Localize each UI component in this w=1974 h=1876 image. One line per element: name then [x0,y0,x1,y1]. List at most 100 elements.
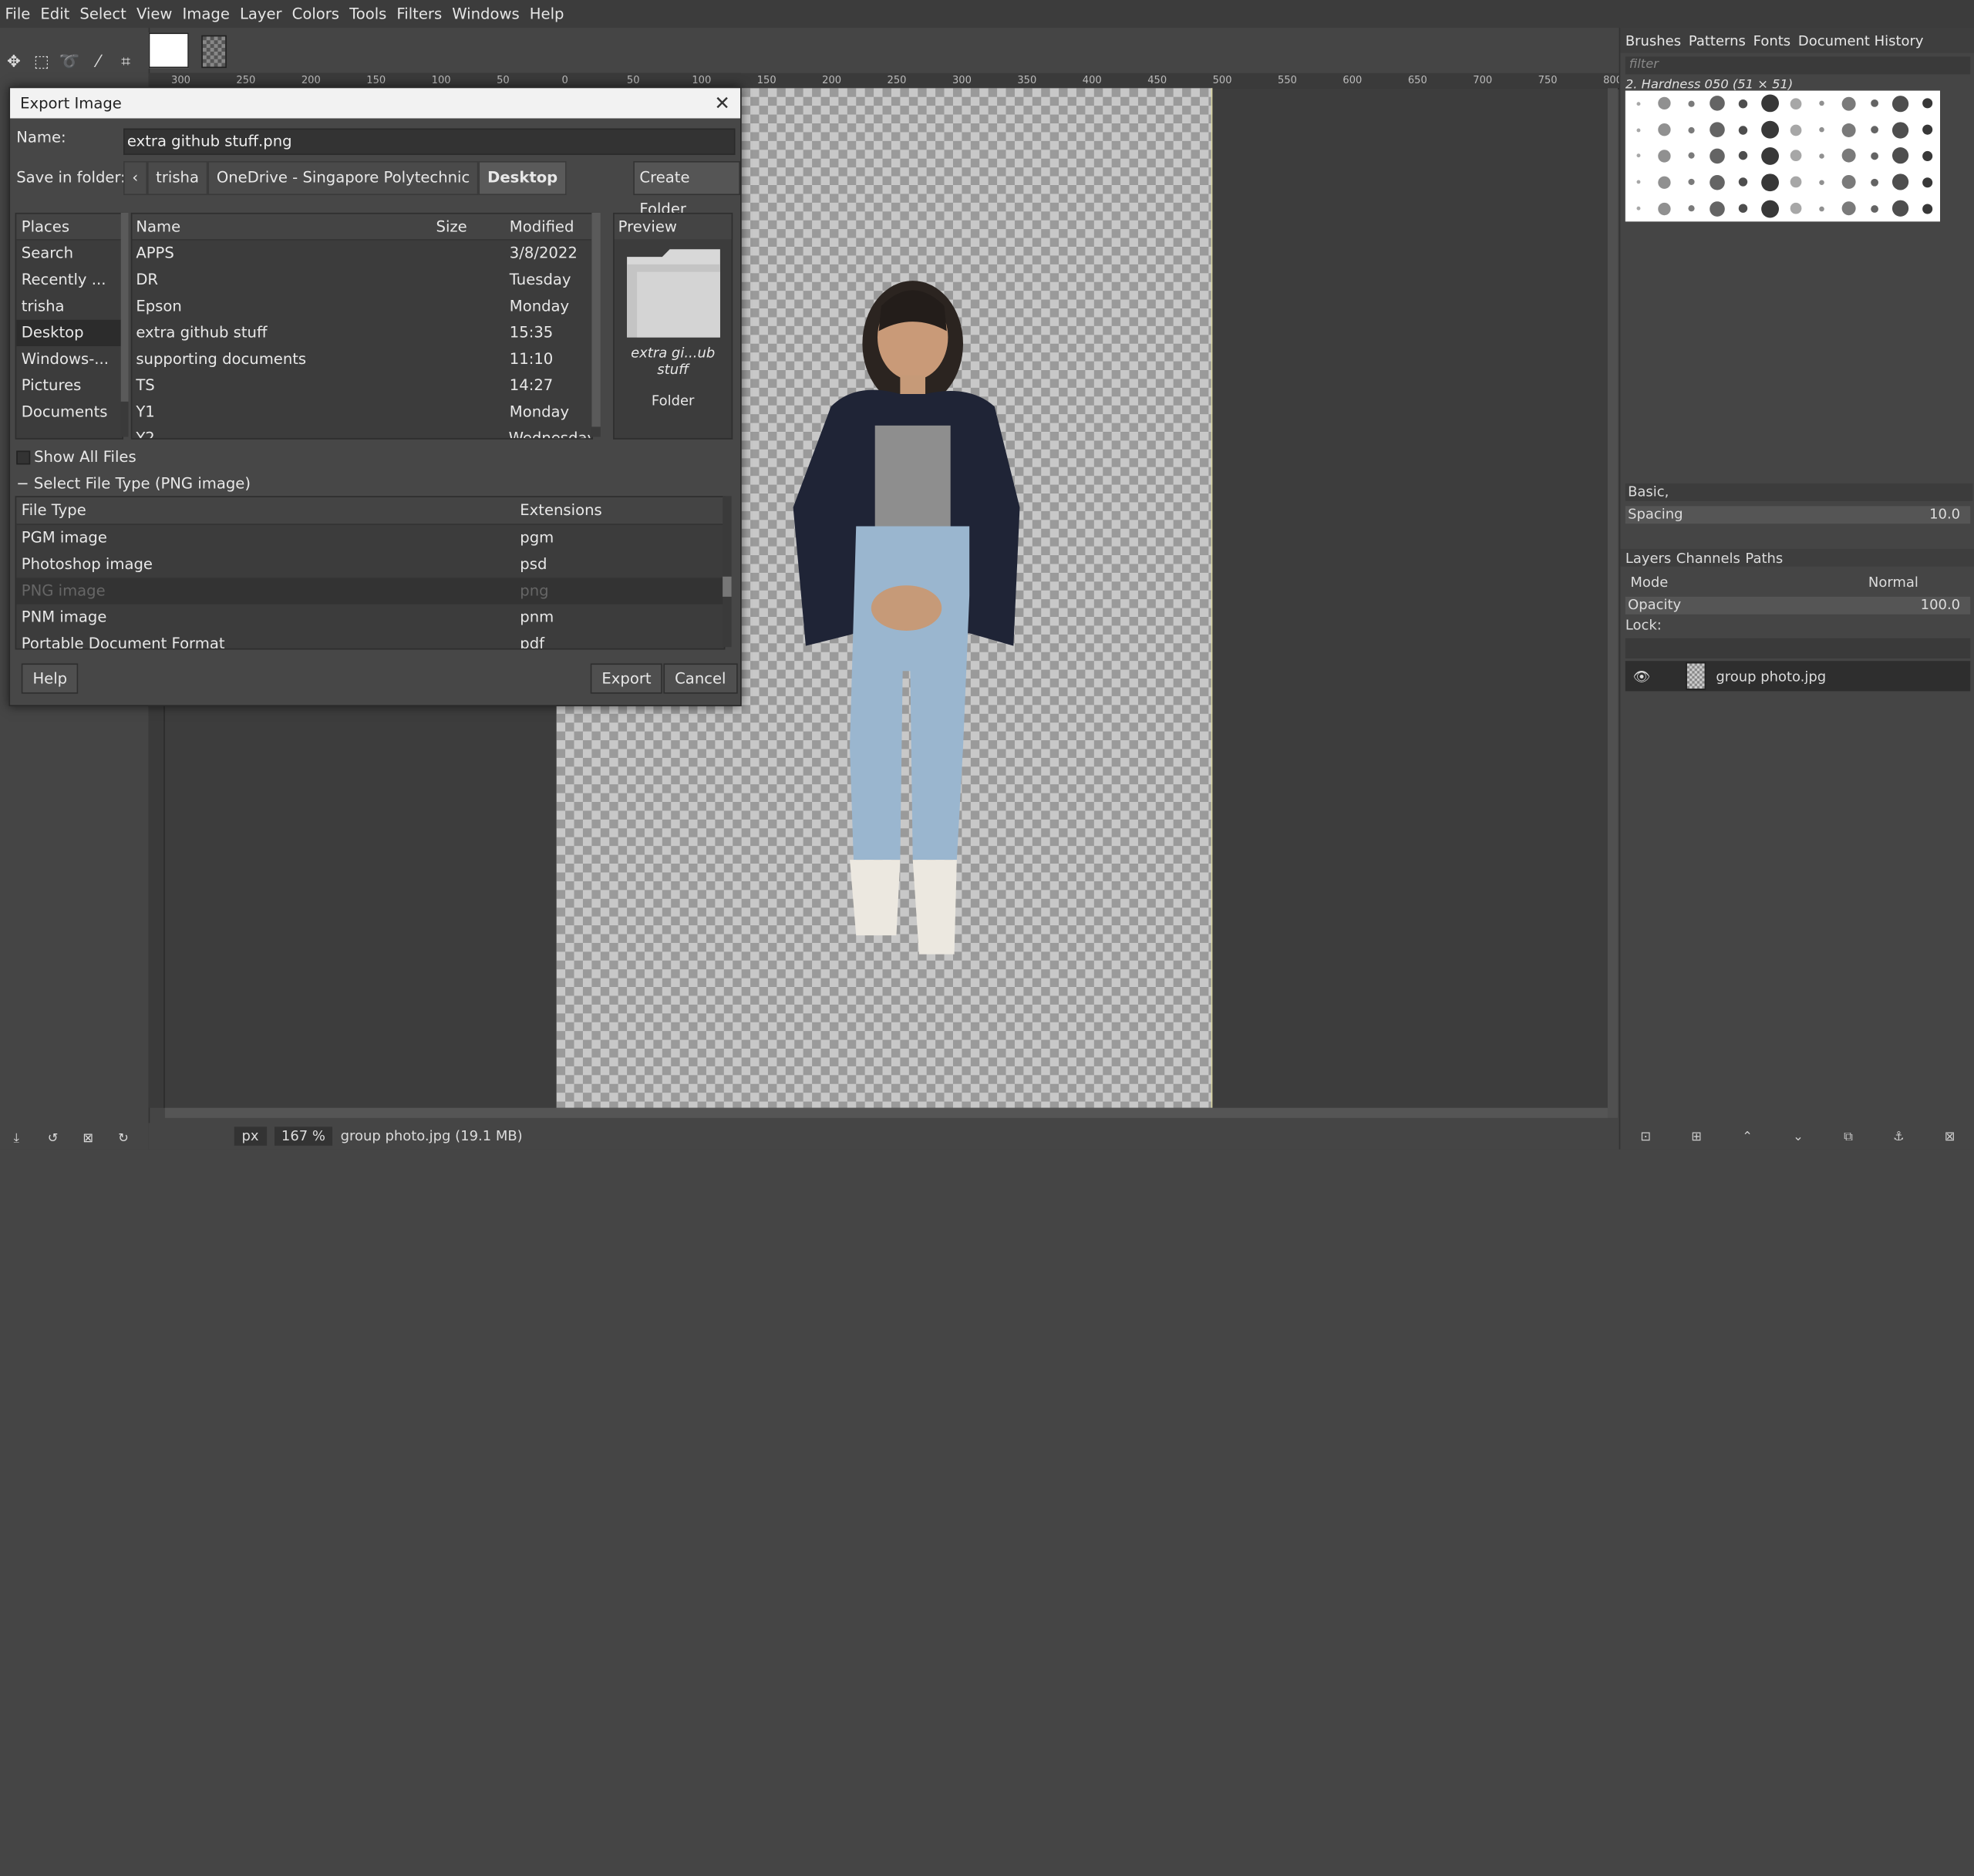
brush-preset-select[interactable]: Basic, [1625,483,1973,501]
brush-cell[interactable] [1914,91,1940,117]
file-row[interactable]: supporting documents 11:10 [132,346,591,372]
place-windows[interactable]: Windows-... [16,346,122,372]
brush-cell[interactable] [1809,117,1835,143]
eye-icon[interactable]: 👁 [1633,668,1651,684]
brush-cell[interactable] [1678,143,1704,169]
col-size[interactable]: Size [433,214,506,240]
brush-cell[interactable] [1783,169,1809,195]
brush-cell[interactable] [1809,195,1835,221]
brush-cell[interactable] [1757,91,1783,117]
place-desktop[interactable]: Desktop [16,319,123,346]
fuzzy-select-icon[interactable]: ⁄ [88,53,108,73]
menu-help[interactable]: Help [524,5,569,23]
file-type-row[interactable]: Photoshop image psd [16,551,724,578]
export-button[interactable]: Export [590,663,663,694]
brush-cell[interactable] [1625,143,1652,169]
zoom-select[interactable]: 167 % [274,1127,333,1146]
brush-cell[interactable] [1757,143,1783,169]
brush-cell[interactable] [1861,195,1888,221]
brush-cell[interactable] [1783,117,1809,143]
brush-cell[interactable] [1625,169,1652,195]
reset-icon[interactable]: ↻ [113,1130,133,1150]
mode-select[interactable]: Normal [1868,574,1918,591]
brush-cell[interactable] [1704,117,1730,143]
new-group-icon[interactable]: ⊞ [1691,1130,1702,1149]
tab-paths[interactable]: Paths [1745,550,1783,566]
anchor-layer-icon[interactable]: ⚓ [1893,1130,1905,1149]
horizontal-scrollbar[interactable] [164,1107,1608,1118]
chevron-left-icon[interactable]: ‹ [123,160,147,196]
menu-select[interactable]: Select [75,5,132,23]
restore-icon[interactable]: ↺ [43,1130,63,1150]
show-all-files[interactable]: Show All Files [16,448,136,466]
vertical-scrollbar[interactable] [1607,88,1619,1118]
show-all-checkbox[interactable] [16,450,31,464]
file-type-row-selected[interactable]: PNG image png [16,578,724,605]
brush-cell[interactable] [1783,91,1809,117]
tab-patterns[interactable]: Patterns [1689,32,1746,49]
place-pictures[interactable]: Pictures [16,372,122,399]
brush-cell[interactable] [1625,195,1652,221]
menu-image[interactable]: Image [177,5,234,23]
brush-cell[interactable] [1835,143,1861,169]
brush-cell[interactable] [1678,195,1704,221]
save-tool-preset-icon[interactable]: ⤓ [6,1130,26,1150]
brush-cell[interactable] [1730,195,1757,221]
brush-cell[interactable] [1809,143,1835,169]
place-documents[interactable]: Documents [16,399,122,426]
menu-edit[interactable]: Edit [35,5,75,23]
brush-cell[interactable] [1704,91,1730,117]
brush-cell[interactable] [1730,169,1757,195]
brush-cell[interactable] [1888,117,1914,143]
brush-cell[interactable] [1678,169,1704,195]
crumb-onedrive[interactable]: OneDrive - Singapore Polytechnic [207,160,479,196]
col-name[interactable]: Name [132,214,432,240]
brush-cell[interactable] [1652,169,1678,195]
menu-colors[interactable]: Colors [287,5,344,23]
new-layer-icon[interactable]: ⊡ [1640,1130,1651,1149]
crumb-trisha[interactable]: trisha [147,160,208,196]
pattern-thumbnail[interactable] [201,35,227,69]
tab-channels[interactable]: Channels [1676,550,1740,566]
brush-grid[interactable] [1625,90,1940,222]
crop-icon[interactable]: ⌗ [116,53,136,73]
lasso-icon[interactable]: ➰ [59,53,79,73]
spacing-slider[interactable]: Spacing 10.0 [1625,506,1971,524]
brush-cell[interactable] [1861,169,1888,195]
brush-cell[interactable] [1888,143,1914,169]
brush-cell[interactable] [1625,91,1652,117]
cancel-button[interactable]: Cancel [663,663,738,694]
brush-cell[interactable] [1835,169,1861,195]
filename-input[interactable]: extra github stuff.png [123,128,736,155]
file-row[interactable]: Y2 Wednesday [132,426,591,438]
menu-filters[interactable]: Filters [392,5,447,23]
brush-cell[interactable] [1730,143,1757,169]
places-scrollbar[interactable] [120,212,129,437]
brush-cell[interactable] [1652,143,1678,169]
foreground-color-swatch[interactable] [148,32,189,69]
file-row[interactable]: extra github stuff 15:35 [132,320,591,346]
brush-cell[interactable] [1783,195,1809,221]
brush-cell[interactable] [1704,195,1730,221]
close-icon[interactable]: ✕ [714,92,730,114]
file-type-row[interactable]: Portable Document Format pdf [16,631,724,648]
layer-row[interactable]: 👁 group photo.jpg [1625,661,1971,692]
select-file-type-expander[interactable]: − Select File Type (PNG image) [16,475,251,493]
tab-document-history[interactable]: Document History [1798,32,1924,49]
brush-cell[interactable] [1730,91,1757,117]
file-row[interactable]: Epson Monday [132,293,591,319]
raise-layer-icon[interactable]: ⌃ [1742,1130,1753,1149]
menu-view[interactable]: View [131,5,177,23]
brush-cell[interactable] [1704,143,1730,169]
brush-cell[interactable] [1914,195,1940,221]
brush-cell[interactable] [1678,91,1704,117]
brush-cell[interactable] [1652,195,1678,221]
menu-tools[interactable]: Tools [345,5,392,23]
brush-cell[interactable] [1888,195,1914,221]
menu-layer[interactable]: Layer [234,5,287,23]
move-tool-icon[interactable]: ✥ [4,53,24,73]
file-list-scrollbar[interactable] [591,212,601,437]
brush-cell[interactable] [1835,117,1861,143]
brush-cell[interactable] [1730,117,1757,143]
ft-col-type[interactable]: File Type [16,497,515,524]
